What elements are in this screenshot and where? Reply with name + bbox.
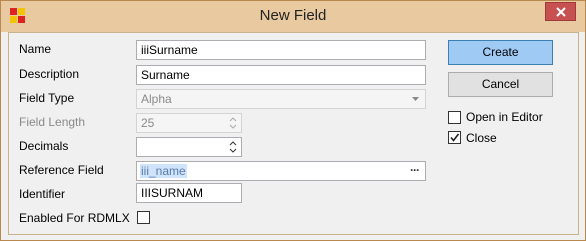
identifier-label: Identifier	[19, 187, 66, 201]
window-close-button[interactable]	[545, 2, 576, 21]
ellipsis-button[interactable]: ···	[410, 163, 420, 177]
field-length-label: Field Length	[19, 115, 86, 129]
dialog-body: Name iiiSurname Description Surname Fiel…	[8, 32, 579, 235]
identifier-value: IIISURNAM	[141, 186, 204, 200]
cancel-button[interactable]: Cancel	[448, 72, 553, 97]
field-length-stepper[interactable]: 25	[136, 113, 242, 133]
decimals-label: Decimals	[19, 139, 69, 153]
field-type-value: Alpha	[141, 92, 172, 106]
spinner-icon	[229, 141, 237, 153]
chevron-down-icon	[412, 97, 419, 101]
field-type-label: Field Type	[19, 91, 75, 105]
open-in-editor-label: Open in Editor	[466, 110, 543, 124]
field-length-value: 25	[141, 116, 155, 130]
field-type-select[interactable]: Alpha	[136, 89, 426, 109]
identifier-input[interactable]: IIISURNAM	[136, 183, 242, 203]
reference-field-value: iii_name	[140, 164, 187, 178]
close-checkbox-label: Close	[466, 131, 497, 145]
enabled-rdmlx-label: Enabled For RDMLX	[19, 211, 130, 225]
name-value: iiiSurname	[141, 43, 198, 57]
window-title: New Field	[259, 7, 327, 24]
new-field-dialog: New Field Name iiiSurname Description Su…	[0, 0, 586, 241]
title-bar[interactable]: New Field	[1, 1, 585, 32]
enabled-rdmlx-checkbox[interactable]	[137, 211, 150, 224]
description-value: Surname	[141, 68, 190, 82]
description-label: Description	[19, 67, 80, 81]
spinner-icon	[229, 117, 237, 129]
reference-field-label: Reference Field	[19, 163, 104, 177]
name-label: Name	[19, 42, 52, 56]
name-input[interactable]: iiiSurname	[136, 40, 426, 60]
close-icon	[556, 7, 566, 17]
create-button[interactable]: Create	[448, 40, 553, 65]
description-input[interactable]: Surname	[136, 65, 426, 85]
close-checkbox[interactable]	[448, 131, 461, 144]
open-in-editor-checkbox[interactable]	[448, 111, 461, 124]
checkmark-icon	[450, 133, 460, 142]
reference-field-input[interactable]: iii_name ···	[136, 161, 426, 181]
decimals-stepper[interactable]	[136, 137, 242, 157]
